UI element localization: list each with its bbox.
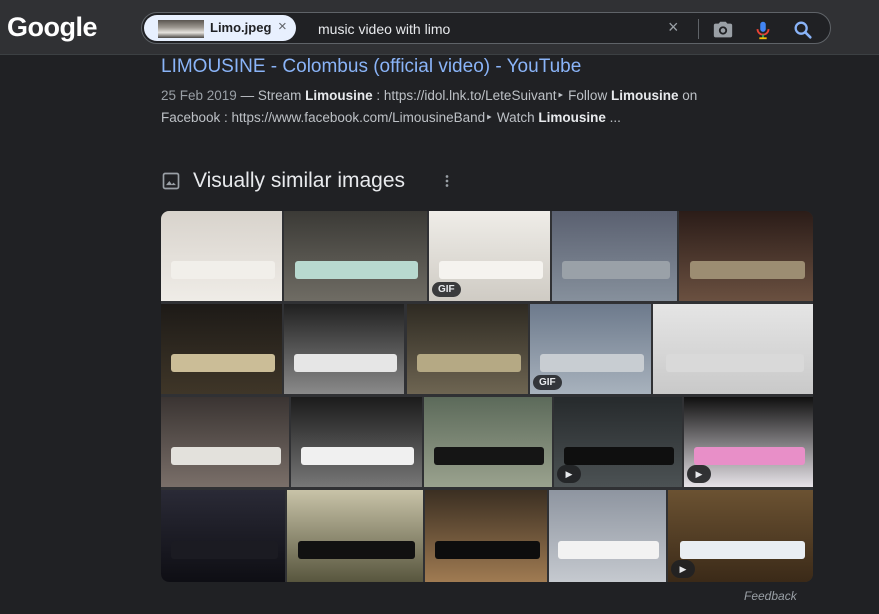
chip-label: Limo.jpeg: [210, 20, 272, 35]
limousine-shape: [434, 447, 544, 465]
search-input[interactable]: music video with limo: [318, 21, 450, 37]
image-limo-sky[interactable]: GIF: [530, 304, 651, 394]
limousine-shape: [435, 541, 540, 559]
query-image-thumbnail: [158, 20, 204, 38]
limousine-shape: [680, 541, 805, 559]
image-icon: [162, 172, 180, 190]
play-icon: ▶: [671, 560, 695, 578]
snippet-bold-1: Limousine: [305, 88, 373, 103]
chip-close-icon[interactable]: ×: [278, 18, 287, 35]
image-gold-limo-garage[interactable]: [407, 304, 528, 394]
image-two-men-suits-limo[interactable]: [653, 304, 813, 394]
google-logo[interactable]: Google: [7, 12, 98, 43]
microphone-icon[interactable]: [752, 19, 774, 41]
image-dark-limo-night[interactable]: [161, 490, 285, 582]
search-divider: [698, 19, 699, 39]
search-icon[interactable]: [792, 19, 814, 41]
image-man-on-limo-night[interactable]: [679, 211, 813, 301]
image-query-chip[interactable]: Limo.jpeg ×: [144, 15, 296, 41]
limousine-shape: [558, 541, 659, 559]
limousine-shape: [562, 261, 670, 279]
limousine-shape: [301, 447, 414, 465]
more-options-icon[interactable]: [438, 171, 456, 191]
play-icon: ▶: [687, 465, 711, 483]
limousine-shape: [694, 447, 805, 465]
result-date: 25 Feb 2019: [161, 88, 237, 103]
limousine-shape: [690, 261, 805, 279]
image-black-limo-street[interactable]: [424, 397, 552, 487]
image-woman-red-dress-limo[interactable]: [161, 304, 282, 394]
limousine-shape: [295, 261, 418, 279]
snippet-bold-3: Limousine: [538, 110, 606, 125]
limousine-shape: [171, 447, 281, 465]
image-dancer-white-limo[interactable]: GIF: [429, 211, 550, 301]
snippet-text-1: Stream: [257, 88, 306, 103]
limousine-shape: [439, 261, 543, 279]
image-white-limo-road[interactable]: ▶: [668, 490, 813, 582]
similar-images-title: Visually similar images: [193, 169, 406, 192]
image-man-green-limo[interactable]: [284, 211, 427, 301]
image-vintage-black-limo[interactable]: [287, 490, 423, 582]
top-bar: Google Limo.jpeg × music video with limo…: [0, 0, 879, 55]
image-white-limo-club[interactable]: [291, 397, 422, 487]
gif-badge: GIF: [432, 282, 461, 297]
limousine-shape: [171, 541, 278, 559]
limousine-shape: [666, 354, 804, 372]
image-black-limo-garage[interactable]: ▶: [554, 397, 682, 487]
limousine-shape: [298, 541, 415, 559]
limousine-shape: [171, 261, 275, 279]
image-couple-silver-limo[interactable]: [552, 211, 677, 301]
clear-search-icon[interactable]: ×: [668, 17, 679, 38]
image-white-limo-trucks[interactable]: [549, 490, 666, 582]
snippet-separator: —: [236, 88, 258, 103]
limousine-shape: [540, 354, 644, 372]
gif-badge: GIF: [533, 375, 562, 390]
feedback-link[interactable]: Feedback: [744, 589, 797, 603]
camera-icon[interactable]: [712, 19, 734, 41]
limousine-shape: [417, 354, 521, 372]
snippet-bold-2: Limousine: [610, 88, 679, 103]
limousine-shape: [294, 354, 397, 372]
image-black-limo-lights[interactable]: [425, 490, 547, 582]
snippet-text-2: : https://idol.lnk.to/LeteSuivant‣ Follo…: [372, 88, 611, 103]
search-box[interactable]: Limo.jpeg × music video with limo ×: [141, 12, 831, 44]
image-two-women-by-limo[interactable]: [161, 211, 282, 301]
play-icon: ▶: [557, 465, 581, 483]
result-title-link[interactable]: LIMOUSINE - Colombus (official video) - …: [161, 56, 581, 78]
limousine-shape: [564, 447, 674, 465]
snippet-text-4: ...: [605, 110, 621, 125]
result-snippet: 25 Feb 2019 — Stream Limousine : https:/…: [161, 85, 721, 129]
image-man-party-limo[interactable]: [161, 397, 289, 487]
similar-images-grid: GIF GIF ▶ ▶ ▶: [161, 211, 813, 582]
image-pink-limo[interactable]: ▶: [684, 397, 813, 487]
limousine-shape: [171, 354, 275, 372]
image-bw-man-white-limo[interactable]: [284, 304, 404, 394]
